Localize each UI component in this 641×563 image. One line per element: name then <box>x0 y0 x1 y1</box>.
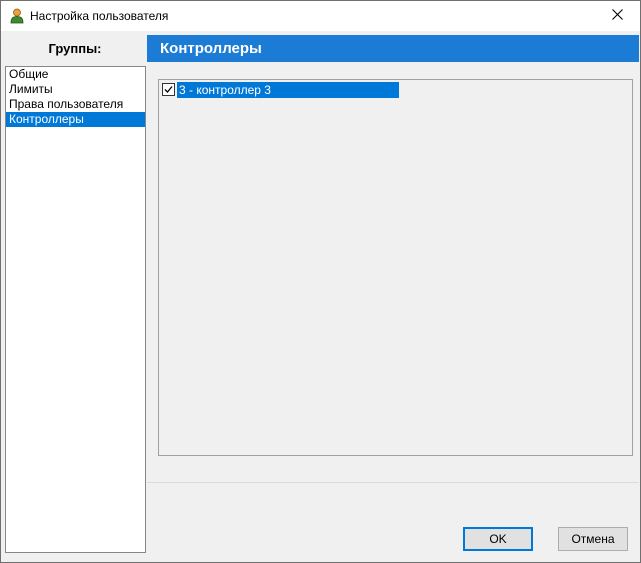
controller-label: 3 - контроллер 3 <box>177 82 399 98</box>
ok-button[interactable]: OK <box>463 527 533 551</box>
window-title: Настройка пользователя <box>30 9 169 23</box>
group-item-user-rights[interactable]: Права пользователя <box>6 97 145 112</box>
controllers-checklist[interactable]: 3 - контроллер 3 <box>158 79 633 456</box>
controllers-panel: 3 - контроллер 3 <box>147 62 639 483</box>
controller-checkbox[interactable] <box>162 83 175 96</box>
checkmark-icon <box>164 86 173 93</box>
close-button[interactable] <box>594 1 640 31</box>
close-icon <box>611 9 623 23</box>
title-bar: Настройка пользователя <box>1 1 640 31</box>
cancel-button[interactable]: Отмена <box>558 527 628 551</box>
groups-header: Группы: <box>48 40 102 56</box>
group-item-general[interactable]: Общие <box>6 67 145 82</box>
controller-item[interactable]: 3 - контроллер 3 <box>161 82 399 98</box>
group-item-limits[interactable]: Лимиты <box>6 82 145 97</box>
group-item-controllers[interactable]: Контроллеры <box>6 112 145 127</box>
section-header: Контроллеры <box>147 35 639 62</box>
user-settings-dialog: Настройка пользователя Группы: Общие Лим… <box>0 0 641 563</box>
section-title: Контроллеры <box>160 40 262 57</box>
groups-list[interactable]: Общие Лимиты Права пользователя Контролл… <box>5 66 146 553</box>
user-icon <box>10 8 24 24</box>
